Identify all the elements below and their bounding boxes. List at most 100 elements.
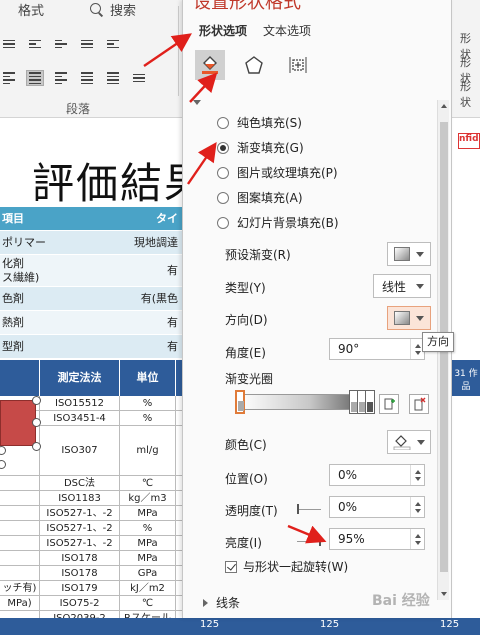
fill-option-gradient[interactable]: 渐变填充(G) [217, 135, 339, 160]
line-section-header[interactable]: 线条 [203, 594, 240, 611]
table-cell: % [120, 411, 176, 425]
fill-option-label: 纯色填充(S) [237, 116, 302, 130]
tab-text-options[interactable]: 文本选项 [263, 22, 311, 42]
fill-section-collapse[interactable] [193, 100, 201, 105]
table-row: ISO527-1、-2 MPa [0, 536, 182, 551]
gradient-stops-row: 渐变光圈 [225, 370, 375, 387]
gradient-type-dropdown[interactable]: 线性 [373, 274, 431, 298]
strip-value: 125 [320, 619, 340, 630]
brightness-spinner[interactable]: 95% [329, 528, 425, 550]
remove-stop-icon [414, 397, 426, 411]
shape-effects-label[interactable]: 形状 [460, 78, 478, 110]
remove-stop-button[interactable] [409, 394, 429, 414]
distribute-button[interactable] [104, 70, 122, 86]
align-left-button[interactable] [0, 70, 18, 86]
numbering-button[interactable] [26, 36, 44, 52]
tab-format[interactable]: 格式 [18, 0, 44, 19]
right-header: 31 作品 [452, 360, 480, 396]
transparency-slider[interactable] [297, 509, 321, 510]
brightness-slider-knob[interactable] [319, 536, 321, 546]
strip-value: 125 [440, 619, 460, 630]
resize-handle[interactable] [32, 418, 41, 427]
line-spacing-button[interactable] [78, 36, 96, 52]
brightness-value[interactable]: 95% [330, 532, 410, 546]
fill-option-label: 图案填充(A) [237, 191, 303, 205]
table-cell: 化剤 ス繊維) [2, 257, 40, 284]
fill-line-button[interactable] [195, 50, 225, 80]
table-cell: 項目 [2, 212, 24, 225]
align-right-button[interactable] [52, 70, 70, 86]
table-cell: MPa [120, 536, 176, 550]
top-table[interactable]: 項目 タイ ポリマー 現地調達 化剤 ス繊維) 有 色剤 有(黒色 熱剤 有 型… [0, 207, 182, 359]
table-cell: DSC法 [40, 476, 120, 490]
stop-color-dropdown[interactable] [387, 430, 431, 454]
table-cell: ISO179 [40, 581, 120, 595]
fill-option-solid[interactable]: 纯色填充(S) [217, 110, 339, 135]
radio-button[interactable] [217, 191, 229, 204]
scroll-down-icon[interactable] [441, 592, 447, 596]
table-cell [0, 506, 40, 520]
position-spinner[interactable]: 0% [329, 464, 425, 486]
ribbon-separator [178, 6, 179, 96]
gradient-stop-4[interactable] [365, 390, 375, 414]
size-properties-button[interactable] [283, 50, 313, 80]
table-cell: ポリマー [2, 236, 46, 249]
fill-option-pattern[interactable]: 图案填充(A) [217, 185, 339, 210]
tab-shape-options[interactable]: 形状选项 [199, 22, 247, 42]
transparency-value[interactable]: 0% [330, 500, 410, 514]
table-cell: MPa [120, 506, 176, 520]
radio-button[interactable] [217, 166, 229, 179]
spinner-arrows[interactable] [410, 497, 424, 517]
rotate-with-shape-label: 与形状一起旋转(W) [243, 560, 349, 574]
multilevel-list-button[interactable] [52, 36, 70, 52]
table-cell: タイ [156, 212, 178, 225]
resize-handle[interactable] [32, 396, 41, 405]
radio-button[interactable] [217, 141, 229, 154]
transparency-spinner[interactable]: 0% [329, 496, 425, 518]
position-value[interactable]: 0% [330, 468, 410, 482]
rotate-with-shape-row[interactable]: 与形状一起旋转(W) [225, 558, 348, 575]
columns-button[interactable] [130, 70, 148, 86]
fill-option-picture[interactable]: 图片或纹理填充(P) [217, 160, 339, 185]
bullets-button[interactable] [0, 36, 18, 52]
gradient-direction-dropdown[interactable] [387, 306, 431, 330]
transparency-slider-knob[interactable] [297, 504, 299, 514]
list-buttons-row [0, 36, 122, 52]
text-direction-button[interactable] [104, 36, 122, 52]
angle-spinner[interactable]: 90° [329, 338, 425, 360]
selected-red-shape[interactable] [0, 400, 36, 446]
pane-content: 纯色填充(S) 渐变填充(G) 图片或纹理填充(P) 图案填充(A) 幻灯片背景… [183, 96, 451, 610]
table-row: ISO1183 kg／m3 [0, 491, 182, 506]
table-row: ISO527-1、-2% [0, 521, 182, 536]
gradient-stops-bar[interactable] [239, 394, 367, 410]
fill-option-slide-background[interactable]: 幻灯片背景填充(B) [217, 210, 339, 235]
table-cell [0, 536, 40, 550]
table-row: 化剤 ス繊維) 有 [0, 255, 182, 287]
table-cell: ISO307 [40, 426, 120, 475]
angle-value[interactable]: 90° [330, 342, 410, 356]
format-shape-pane: 设置形状格式 形状选项 文本选项 纯色填充(S) 渐变填充(G) 图片或纹理填充… [182, 0, 452, 618]
rotate-with-shape-checkbox[interactable] [225, 560, 237, 573]
radio-button[interactable] [217, 116, 229, 129]
gradient-stops-label: 渐变光圈 [225, 372, 274, 386]
resize-handle[interactable] [32, 442, 41, 451]
add-stop-button[interactable] [379, 394, 399, 414]
effects-button[interactable] [239, 50, 269, 80]
table-cell: ISO178 [40, 566, 120, 580]
stop-color-label: 颜色(C) [225, 438, 267, 452]
search-box[interactable]: 搜索 [90, 0, 136, 19]
justify-button[interactable] [78, 70, 96, 86]
direction-tooltip: 方向 [422, 332, 454, 352]
gradient-stop-1[interactable] [235, 390, 245, 414]
scroll-up-icon[interactable] [441, 104, 447, 108]
brightness-slider[interactable] [297, 541, 321, 542]
spinner-arrows[interactable] [410, 465, 424, 485]
preset-gradient-dropdown[interactable] [387, 242, 431, 266]
table-header-cell: 単位 [120, 360, 176, 396]
table-cell: 有 [167, 340, 178, 353]
align-center-button[interactable] [26, 70, 44, 86]
pane-title: 设置形状格式 [193, 0, 301, 13]
radio-button[interactable] [217, 216, 229, 229]
spinner-arrows[interactable] [410, 529, 424, 549]
pane-tabs: 形状选项 文本选项 [199, 22, 311, 42]
